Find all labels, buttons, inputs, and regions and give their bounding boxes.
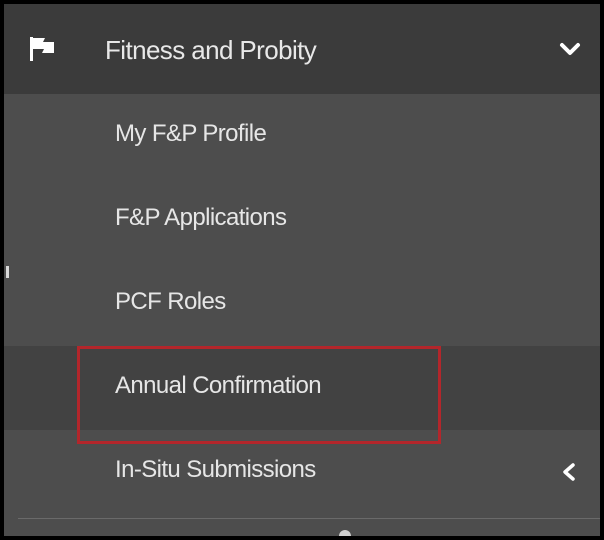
menu-item-label: F&P Applications: [115, 204, 287, 231]
menu-section-fitness-and-probity[interactable]: Fitness and Probity: [4, 4, 600, 94]
navigation-panel: Fitness and Probity My F&P Profile F&P A…: [0, 0, 604, 540]
divider: [18, 518, 600, 519]
flag-icon: [30, 37, 54, 61]
chevron-down-icon[interactable]: [559, 42, 581, 58]
menu-item-pcf-roles[interactable]: PCF Roles: [4, 262, 600, 346]
menu-item-my-fp-profile[interactable]: My F&P Profile: [4, 94, 600, 178]
menu-item-label: In-Situ Submissions: [115, 456, 316, 483]
menu-item-fp-applications[interactable]: F&P Applications: [4, 178, 600, 262]
menu-item-label: My F&P Profile: [115, 120, 267, 147]
menu-item-label: PCF Roles: [115, 288, 226, 315]
highlight-annotation-box: [77, 346, 441, 444]
menu-section-title: Fitness and Probity: [105, 35, 317, 65]
scroll-indicator-bottom: [339, 530, 351, 536]
chevron-left-icon[interactable]: [562, 462, 576, 482]
edge-marker: [6, 266, 9, 278]
